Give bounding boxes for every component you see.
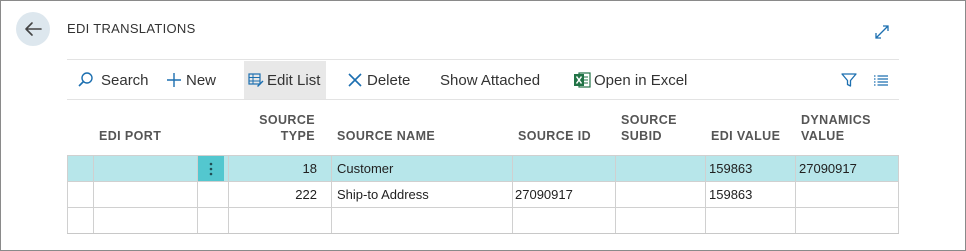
more-vertical-icon bbox=[209, 162, 213, 175]
row-actions-button[interactable] bbox=[198, 156, 224, 181]
column-header-edi-value[interactable]: EDI VALUE bbox=[711, 128, 780, 144]
page-title: EDI TRANSLATIONS bbox=[67, 21, 196, 36]
dynamics-value-cell[interactable]: 27090917 bbox=[799, 156, 895, 181]
source-subid-cell[interactable] bbox=[618, 182, 704, 207]
edi-port-cell[interactable] bbox=[73, 182, 193, 207]
edit-list-icon bbox=[248, 73, 264, 87]
expand-icon bbox=[875, 25, 889, 39]
source-id-cell[interactable] bbox=[515, 208, 611, 233]
filter-button[interactable] bbox=[840, 61, 858, 99]
delete-button[interactable]: Delete bbox=[347, 61, 410, 99]
source-id-cell[interactable]: 27090917 bbox=[515, 182, 611, 207]
toolbar-divider bbox=[67, 99, 899, 100]
source-type-cell[interactable] bbox=[230, 208, 317, 233]
source-id-cell[interactable] bbox=[515, 156, 611, 181]
column-divider bbox=[512, 155, 513, 233]
column-divider bbox=[898, 155, 899, 233]
column-header-source-type[interactable]: SOURCE TYPE bbox=[247, 112, 315, 144]
edit-list-label: Edit List bbox=[267, 71, 321, 89]
dynamics-value-cell[interactable] bbox=[799, 208, 895, 233]
show-attached-label: Show Attached bbox=[440, 71, 541, 89]
source-name-cell[interactable]: Customer bbox=[337, 156, 507, 181]
column-header-source-subid[interactable]: SOURCE SUBID bbox=[621, 112, 677, 144]
source-name-cell[interactable]: Ship-to Address bbox=[337, 182, 507, 207]
search-button[interactable]: Search bbox=[77, 61, 149, 99]
column-divider bbox=[615, 155, 616, 233]
list-view-button[interactable] bbox=[873, 61, 889, 99]
edit-list-button[interactable]: Edit List bbox=[244, 61, 326, 99]
dynamics-value-cell[interactable] bbox=[799, 182, 895, 207]
delete-label: Delete bbox=[367, 71, 411, 89]
translations-table: EDI PORT SOURCE TYPE SOURCE NAME SOURCE … bbox=[67, 107, 899, 234]
table-row[interactable] bbox=[67, 207, 899, 233]
plus-icon bbox=[167, 73, 181, 87]
filter-icon bbox=[841, 73, 857, 87]
open-in-excel-button[interactable]: Open in Excel bbox=[573, 61, 687, 99]
column-divider bbox=[331, 155, 332, 233]
edi-value-cell[interactable]: 159863 bbox=[709, 156, 793, 181]
source-subid-cell[interactable] bbox=[618, 156, 704, 181]
header-divider bbox=[67, 59, 899, 60]
column-header-source-type-line2: TYPE bbox=[280, 129, 315, 143]
edi-value-cell[interactable]: 159863 bbox=[709, 182, 793, 207]
search-label: Search bbox=[101, 71, 149, 89]
show-attached-button[interactable]: Show Attached bbox=[440, 61, 540, 99]
excel-icon bbox=[574, 72, 591, 88]
source-type-cell[interactable]: 222 bbox=[230, 182, 317, 207]
column-header-edi-port[interactable]: EDI PORT bbox=[99, 128, 161, 144]
new-button[interactable]: New bbox=[166, 61, 216, 99]
column-header-source-type-line1: SOURCE bbox=[259, 113, 315, 127]
column-header-source-subid-line2: SUBID bbox=[621, 129, 662, 143]
source-subid-cell[interactable] bbox=[618, 208, 704, 233]
arrow-left-icon bbox=[25, 22, 42, 36]
column-header-source-id[interactable]: SOURCE ID bbox=[518, 128, 591, 144]
column-header-dynamics-value[interactable]: DYNAMICS VALUE bbox=[801, 112, 871, 144]
expand-button[interactable] bbox=[872, 22, 892, 42]
action-toolbar: Search New Edit List Delete Show Attache… bbox=[67, 61, 899, 99]
list-icon bbox=[874, 75, 888, 86]
source-name-cell[interactable] bbox=[337, 208, 507, 233]
new-label: New bbox=[186, 71, 217, 89]
table-row[interactable]: 222 Ship-to Address 27090917 159863 bbox=[67, 181, 899, 207]
column-header-dynamics-value-line2: VALUE bbox=[801, 129, 845, 143]
search-icon bbox=[78, 72, 93, 87]
column-divider bbox=[197, 155, 198, 233]
column-header-dynamics-value-line1: DYNAMICS bbox=[801, 113, 871, 127]
column-header-source-subid-line1: SOURCE bbox=[621, 113, 677, 127]
column-divider bbox=[67, 155, 68, 233]
column-divider bbox=[93, 155, 94, 233]
table-row[interactable]: 18 Customer 159863 27090917 bbox=[67, 155, 899, 181]
source-type-cell[interactable]: 18 bbox=[230, 156, 317, 181]
edi-port-cell[interactable] bbox=[73, 208, 193, 233]
edi-value-cell[interactable] bbox=[709, 208, 793, 233]
back-button[interactable] bbox=[16, 12, 50, 46]
column-divider bbox=[795, 155, 796, 233]
edi-port-cell[interactable] bbox=[73, 156, 193, 181]
open-in-excel-label: Open in Excel bbox=[594, 71, 688, 89]
column-divider bbox=[228, 155, 229, 233]
close-icon bbox=[348, 73, 362, 87]
column-header-source-name[interactable]: SOURCE NAME bbox=[337, 128, 435, 144]
column-divider bbox=[705, 155, 706, 233]
